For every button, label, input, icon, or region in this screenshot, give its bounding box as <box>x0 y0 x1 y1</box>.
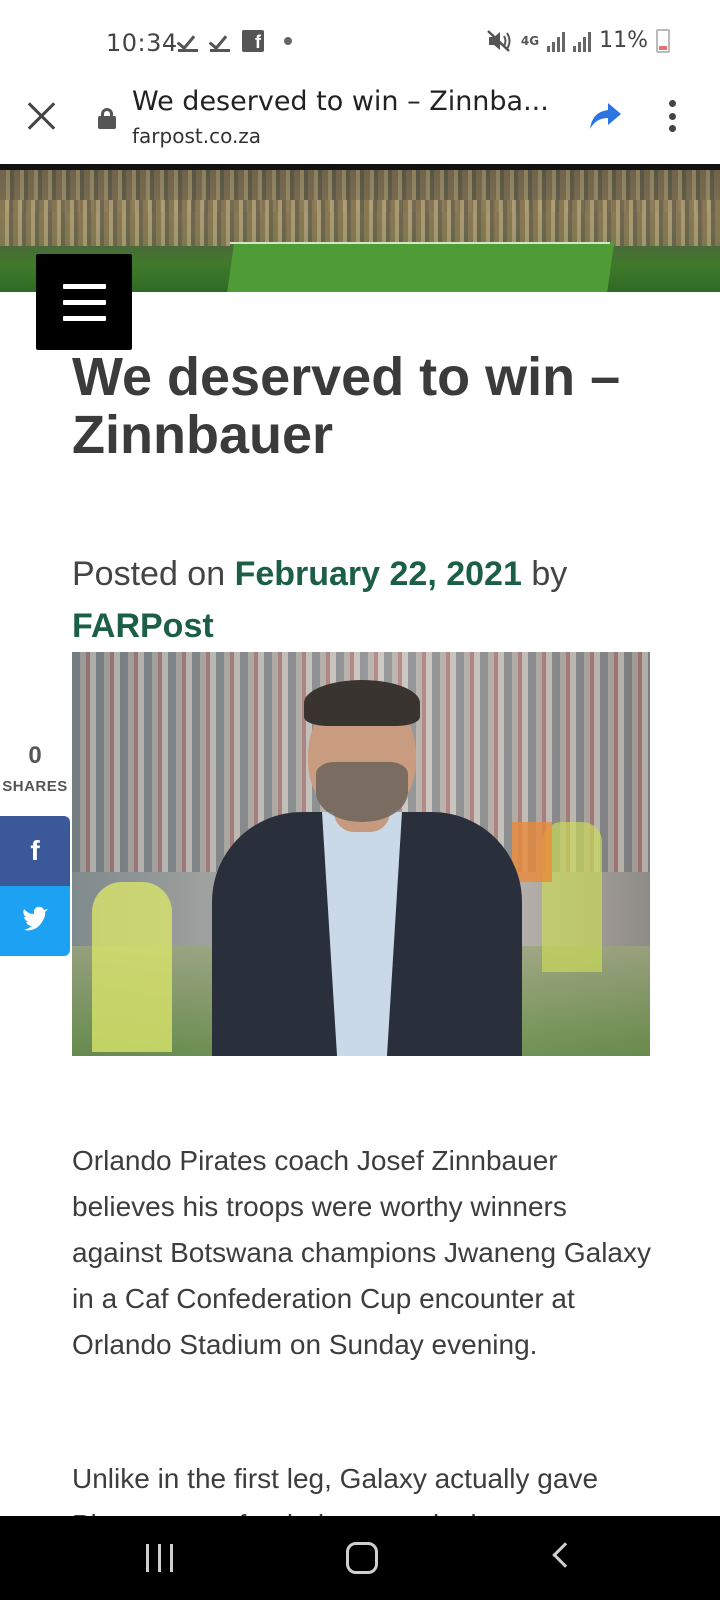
hamburger-icon <box>63 284 106 289</box>
menu-button[interactable] <box>36 254 132 350</box>
share-label: SHARES <box>2 778 68 795</box>
facebook-notification-icon: f <box>242 30 264 52</box>
tab-url[interactable]: farpost.co.za <box>132 124 261 148</box>
facebook-icon: f <box>30 835 40 866</box>
article-paragraph: Orlando Pirates coach Josef Zinnbauer be… <box>72 1145 652 1360</box>
twitter-share-button[interactable] <box>0 886 70 956</box>
notification-icons: f <box>178 30 292 52</box>
posted-on-label: Posted on <box>72 555 226 593</box>
post-date-link[interactable]: February 22, 2021 <box>235 555 522 593</box>
tab-page-title[interactable]: We deserved to win – Zinnba... <box>132 86 552 117</box>
share-count: 0 <box>28 742 42 769</box>
article-paragraph: Unlike in the first leg, Galaxy actually… <box>72 1463 599 1516</box>
home-icon[interactable] <box>346 1542 378 1574</box>
mute-icon <box>487 29 511 52</box>
signal-icon <box>547 30 566 52</box>
lock-icon[interactable] <box>98 108 116 129</box>
browser-toolbar: We deserved to win – Zinnba... farpost.c… <box>0 80 720 164</box>
share-arrow-icon[interactable] <box>588 100 622 132</box>
network-type-icon: 4G <box>520 33 540 48</box>
more-options-icon[interactable] <box>668 100 676 132</box>
battery-percent: 11% <box>599 28 648 53</box>
download-done-icon <box>178 30 198 52</box>
battery-icon <box>656 28 670 53</box>
status-time: 10:34 <box>106 29 178 57</box>
signal-icon <box>573 30 592 52</box>
back-icon[interactable] <box>552 1542 578 1568</box>
by-label: by <box>531 555 568 593</box>
article-title: We deserved to win – Zinnbauer <box>72 348 662 464</box>
more-notifications-icon <box>284 37 292 45</box>
system-nav-bar <box>0 1516 720 1600</box>
recent-apps-icon[interactable] <box>146 1544 173 1572</box>
article-title-line2: Zinnbauer <box>72 405 334 465</box>
article-hero-image <box>72 652 650 1056</box>
close-icon[interactable] <box>26 100 58 132</box>
status-bar: 10:34 f 4G 11% <box>0 0 720 80</box>
download-done-icon <box>210 30 230 52</box>
system-icons: 4G 11% <box>487 28 670 53</box>
post-meta: Posted on February 22, 2021 by FARPost <box>72 548 672 652</box>
twitter-icon <box>23 906 48 931</box>
facebook-share-button[interactable]: f <box>0 816 70 886</box>
article-title-line1: We deserved to win – <box>72 347 621 407</box>
author-link[interactable]: FARPost <box>72 607 214 645</box>
